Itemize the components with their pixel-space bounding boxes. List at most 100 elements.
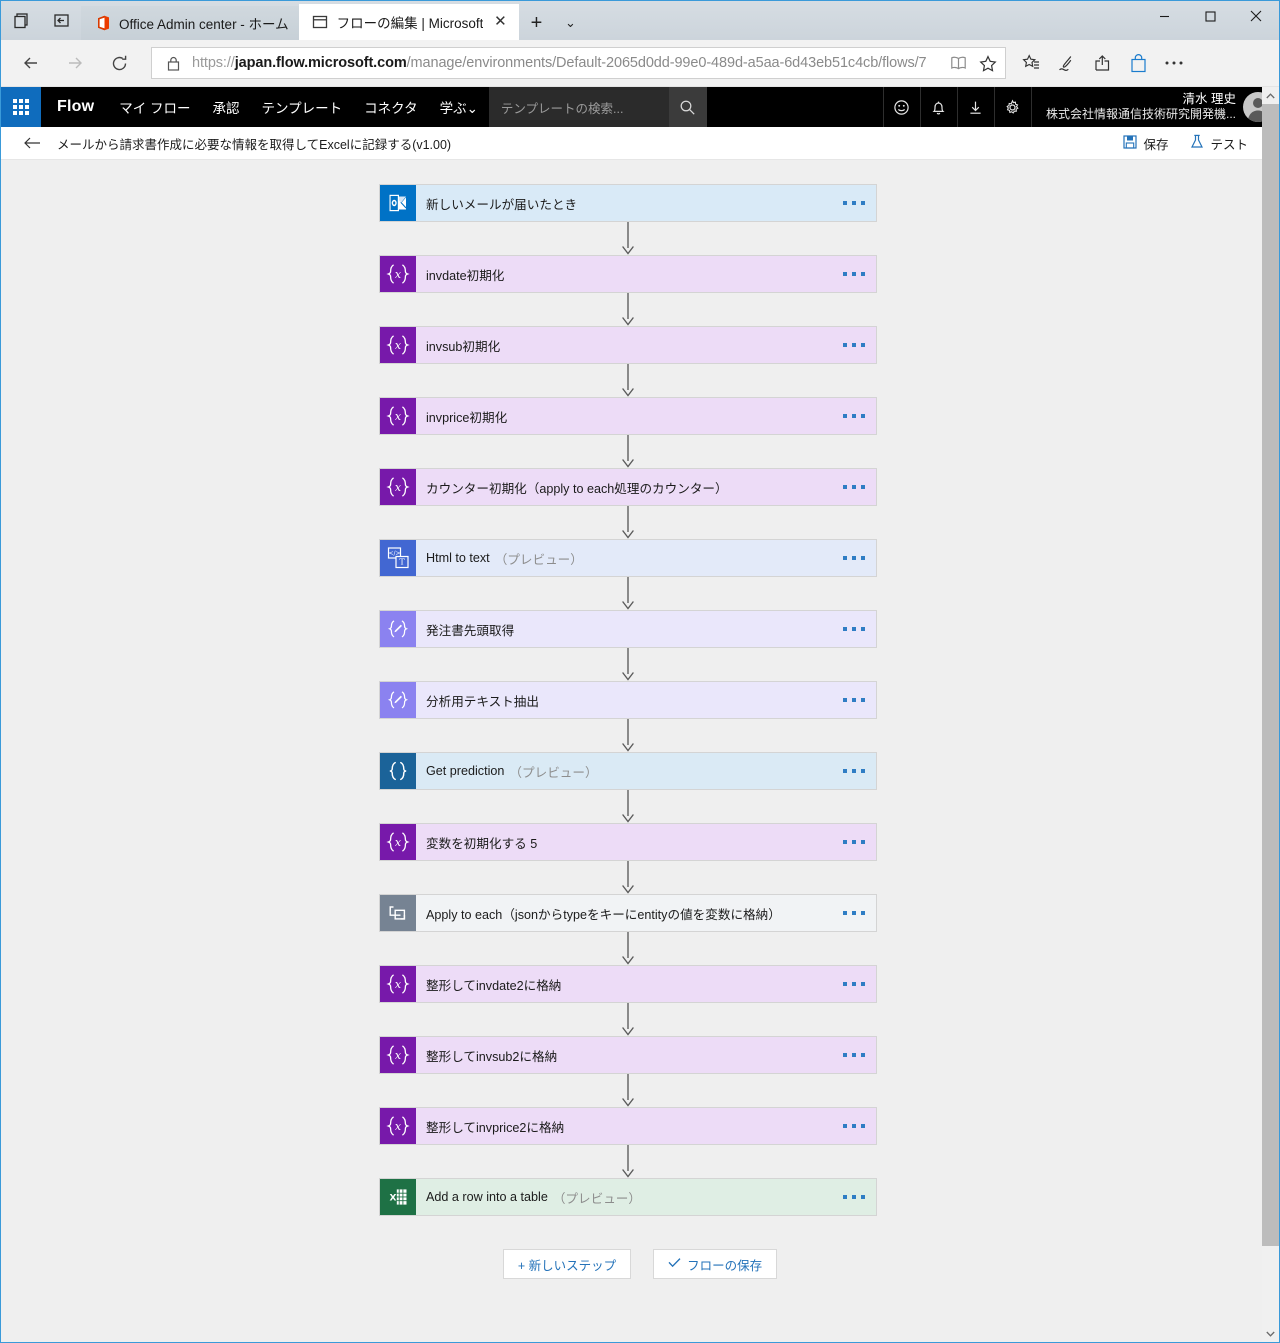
- office-icon: [93, 14, 111, 32]
- save-button[interactable]: 保存: [1114, 131, 1177, 156]
- close-icon[interactable]: [1233, 1, 1279, 31]
- maximize-icon[interactable]: [1187, 1, 1233, 31]
- share-icon[interactable]: [1084, 44, 1120, 82]
- nav-templates[interactable]: テンプレート: [251, 87, 354, 127]
- svg-text:T: T: [399, 558, 405, 567]
- step-more-menu-icon[interactable]: [832, 469, 876, 505]
- flow-step-card[interactable]: 発注書先頭取得: [379, 610, 877, 648]
- scroll-down-icon[interactable]: [1262, 1325, 1279, 1342]
- new-step-button[interactable]: + 新しいステップ: [502, 1249, 632, 1279]
- tab-title: フローの編集 | Microsoft: [336, 16, 484, 31]
- test-button[interactable]: テスト: [1181, 131, 1257, 156]
- flow-step-name: 整形してinvprice2に格納: [426, 1120, 565, 1135]
- new-tab-button[interactable]: +: [519, 6, 553, 40]
- bell-icon[interactable]: [919, 87, 957, 127]
- step-more-menu-icon[interactable]: [832, 966, 876, 1002]
- tab-title: Office Admin center - ホーム: [119, 17, 289, 32]
- flow-step-label: 分析用テキスト抽出: [416, 682, 832, 718]
- flow-step-card[interactable]: Get prediction （プレビュー）: [379, 752, 877, 790]
- step-more-menu-icon[interactable]: [832, 256, 876, 292]
- flow-step-card[interactable]: 新しいメールが届いたとき: [379, 184, 877, 222]
- flow-step-name: 整形してinvdate2に格納: [426, 978, 562, 993]
- feedback-icon[interactable]: [882, 87, 920, 127]
- flow-brand[interactable]: Flow: [41, 87, 108, 127]
- flow-step-card[interactable]: X Add a row into a table （プレビュー）: [379, 1178, 877, 1216]
- nav-learn[interactable]: 学ぶ⌄: [429, 87, 489, 127]
- flow-step-label: invsub初期化: [416, 327, 832, 363]
- step-more-menu-icon[interactable]: [832, 185, 876, 221]
- web-notes-icon[interactable]: [1048, 44, 1084, 82]
- url-prefix: https://: [192, 55, 235, 71]
- flow-step-card[interactable]: x invsub初期化: [379, 326, 877, 364]
- close-icon[interactable]: ✕: [491, 13, 509, 31]
- flow-step-card[interactable]: x 整形してinvdate2に格納: [379, 965, 877, 1003]
- flow-step-name: 分析用テキスト抽出: [426, 694, 539, 709]
- reload-button[interactable]: [97, 44, 141, 82]
- topbar-spacer: [706, 87, 883, 127]
- page-scrollbar[interactable]: [1262, 87, 1279, 1342]
- flow-step-card[interactable]: 分析用テキスト抽出: [379, 681, 877, 719]
- flow-step-card[interactable]: x 整形してinvprice2に格納: [379, 1107, 877, 1145]
- scrollbar-thumb[interactable]: [1262, 104, 1279, 1246]
- user-account[interactable]: 清水 理史 株式会社情報通信技術研究開発機...: [1030, 87, 1279, 127]
- browser-tab-active[interactable]: フローの編集 | Microsoft ✕: [298, 4, 520, 40]
- reading-view-icon[interactable]: [947, 52, 969, 74]
- url-bar[interactable]: https://japan.flow.microsoft.com/manage/…: [151, 47, 1006, 79]
- url-rest: /manage/environments/Default-2065d0dd-99…: [406, 55, 927, 71]
- search-icon[interactable]: [668, 87, 707, 127]
- gear-icon[interactable]: [993, 87, 1031, 127]
- step-connector: [379, 506, 877, 539]
- flow-command-bar: メールから請求書作成に必要な情報を取得してExcelに記録する(v1.00) 保…: [1, 127, 1279, 160]
- step-more-menu-icon[interactable]: [832, 824, 876, 860]
- back-arrow-icon[interactable]: [23, 136, 51, 150]
- shopping-icon[interactable]: [1120, 44, 1156, 82]
- flow-step-preview-tag: （プレビュー）: [494, 552, 583, 567]
- more-settings-icon[interactable]: [1156, 44, 1192, 82]
- flow-step-name: Html to text: [426, 551, 490, 565]
- url-domain: japan.flow.microsoft.com: [234, 55, 407, 71]
- scroll-up-icon[interactable]: [1262, 87, 1279, 104]
- step-more-menu-icon[interactable]: [832, 1108, 876, 1144]
- nav-approvals[interactable]: 承認: [202, 87, 251, 127]
- step-more-menu-icon[interactable]: [832, 611, 876, 647]
- favorite-star-icon[interactable]: [977, 52, 999, 74]
- flow-top-navbar: Flow マイ フロー 承認 テンプレート コネクタ 学ぶ⌄ テンプレートの検索…: [1, 87, 1279, 127]
- check-icon: [668, 1257, 681, 1271]
- nav-connectors[interactable]: コネクタ: [353, 87, 428, 127]
- minimize-icon[interactable]: [1141, 1, 1187, 31]
- step-more-menu-icon[interactable]: [832, 540, 876, 576]
- step-more-menu-icon[interactable]: [832, 895, 876, 931]
- step-more-menu-icon[interactable]: [832, 1037, 876, 1073]
- window-controls: [1141, 1, 1279, 40]
- nav-my-flows[interactable]: マイ フロー: [108, 87, 201, 127]
- browser-window: Office Admin center - ホーム フローの編集 | Micro…: [0, 0, 1280, 1343]
- template-search-input[interactable]: テンプレートの検索...: [488, 87, 669, 127]
- step-more-menu-icon[interactable]: [832, 1179, 876, 1215]
- flow-step-card[interactable]: x 整形してinvsub2に格納: [379, 1036, 877, 1074]
- scrollbar-track[interactable]: [1262, 104, 1279, 1325]
- flow-step-label: Apply to each（jsonからtypeをキーにentityの値を変数に…: [416, 895, 832, 931]
- svg-text:x: x: [395, 268, 402, 281]
- flow-step-card[interactable]: </> T Html to text （プレビュー）: [379, 539, 877, 577]
- step-more-menu-icon[interactable]: [832, 398, 876, 434]
- app-launcher-icon[interactable]: [1, 87, 41, 127]
- reading-list-icon[interactable]: [1012, 44, 1048, 82]
- forward-button[interactable]: [53, 44, 97, 82]
- flow-step-card[interactable]: x 変数を初期化する 5: [379, 823, 877, 861]
- chevron-down-icon[interactable]: ⌄: [553, 6, 587, 40]
- save-flow-button[interactable]: フローの保存: [653, 1249, 778, 1279]
- flow-step-card[interactable]: x invdate初期化: [379, 255, 877, 293]
- set-tabs-aside-icon[interactable]: [41, 1, 81, 40]
- tab-preview-icon[interactable]: [1, 1, 41, 40]
- browser-tab-inactive[interactable]: Office Admin center - ホーム: [81, 6, 299, 40]
- flow-step-name: invprice初期化: [426, 410, 508, 425]
- new-step-label: + 新しいステップ: [517, 1258, 617, 1273]
- step-more-menu-icon[interactable]: [832, 753, 876, 789]
- step-more-menu-icon[interactable]: [832, 327, 876, 363]
- flow-step-card[interactable]: x invprice初期化: [379, 397, 877, 435]
- flow-step-card[interactable]: x カウンター初期化（apply to each処理のカウンター）: [379, 468, 877, 506]
- step-more-menu-icon[interactable]: [832, 682, 876, 718]
- flow-step-card[interactable]: Apply to each（jsonからtypeをキーにentityの値を変数に…: [379, 894, 877, 932]
- download-icon[interactable]: [956, 87, 994, 127]
- back-button[interactable]: [9, 44, 53, 82]
